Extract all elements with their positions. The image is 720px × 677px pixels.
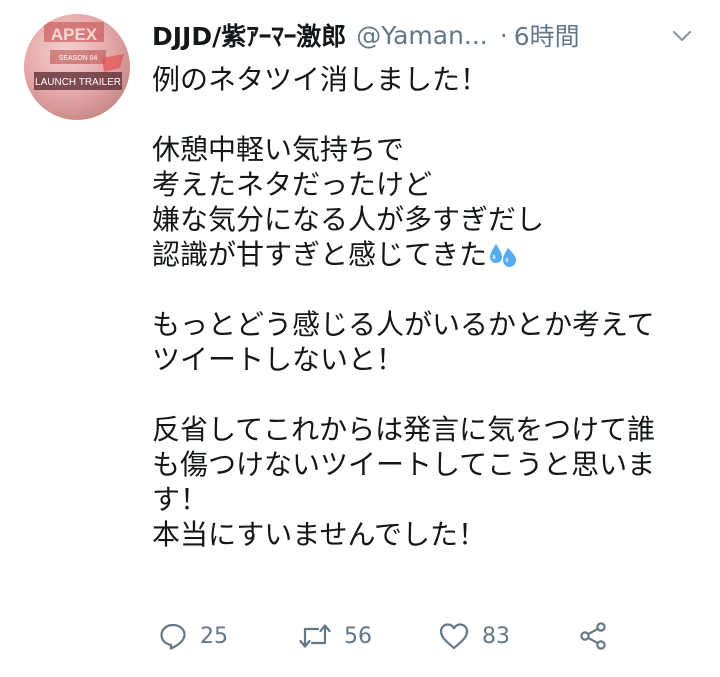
tweet-line: 嫌な気分になる人が多すぎだし <box>152 203 545 236</box>
retweet-button[interactable]: 56 <box>298 616 372 656</box>
avatar-logo-text: APEX <box>51 25 98 44</box>
tweet-line-text: 認識が甘すぎと感じてきた <box>152 238 488 271</box>
avatar-season-text: SEASON 04 <box>59 55 98 62</box>
like-button[interactable]: 83 <box>438 616 510 656</box>
tweet-text: 例のネタツイ消しました！ 休憩中軽い気持ちで 考えたネタだったけど 嫌な気分にな… <box>152 62 697 552</box>
tweet-actions: 25 56 83 <box>152 616 622 656</box>
retweet-icon <box>298 621 332 651</box>
tweet-header: DJJD/紫ｱｰﾏｰ激郎 @Yaman... · 6時間 <box>152 14 694 56</box>
tweet-time[interactable]: 6時間 <box>514 17 580 53</box>
separator-dot: · <box>499 20 508 50</box>
tweet-line: 反省してこれからは発言に気をつけて誰 <box>152 413 656 446</box>
sweat-droplets-emoji <box>489 241 517 276</box>
reply-icon <box>158 621 188 651</box>
tweet-line: す！ <box>152 483 209 516</box>
tweet-line: 考えたネタだったけど <box>152 168 433 201</box>
tweet-line: ツイートしないと！ <box>152 343 405 376</box>
tweet-line: も傷つけないツイートしてこうと思いま <box>152 448 656 481</box>
tweet-line: もっとどう感じる人がいるかとか考えて <box>152 308 655 341</box>
display-name[interactable]: DJJD/紫ｱｰﾏｰ激郎 <box>152 17 346 53</box>
tweet-line: 休憩中軽い気持ちで <box>152 133 405 166</box>
tweet-line <box>152 377 697 412</box>
heart-icon <box>438 621 470 651</box>
share-button[interactable] <box>578 616 608 656</box>
tweet-line-with-emoji: 認識が甘すぎと感じてきた <box>152 237 697 272</box>
user-handle[interactable]: @Yaman... <box>356 21 488 50</box>
retweet-count: 56 <box>344 623 372 649</box>
avatar[interactable]: APEX SEASON 04 LAUNCH TRAILER <box>24 14 130 120</box>
tweet-line: 例のネタツイ消しました！ <box>152 63 489 96</box>
avatar-trailer-text: LAUNCH TRAILER <box>35 77 121 88</box>
reply-count: 25 <box>200 623 228 649</box>
chevron-down-icon[interactable] <box>670 24 694 48</box>
reply-button[interactable]: 25 <box>158 616 228 656</box>
share-icon <box>578 621 608 651</box>
tweet-line <box>152 97 697 132</box>
like-count: 83 <box>482 623 510 649</box>
tweet-line <box>152 272 697 307</box>
tweet-line: 本当にすいませんでした！ <box>152 518 487 551</box>
